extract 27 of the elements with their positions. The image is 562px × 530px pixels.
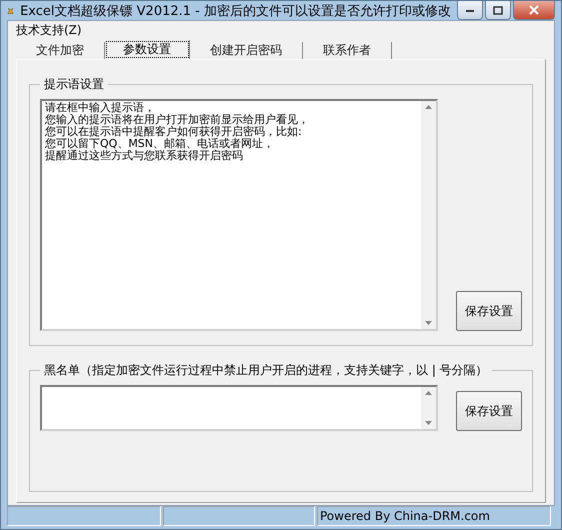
text-line: 您可以在提示语中提醒客户如何获得开启密码，比如: xyxy=(45,126,303,138)
close-icon xyxy=(529,5,539,15)
status-text: Powered By China-DRM.com xyxy=(317,506,551,526)
text-line: 您可以留下QQ、MSN、邮箱、电话或者网址， xyxy=(45,138,276,150)
scroll-down-icon[interactable] xyxy=(425,321,432,325)
minimize-icon xyxy=(465,7,475,13)
save-button[interactable]: 保存设置 xyxy=(456,291,522,331)
scrollbar[interactable] xyxy=(421,101,436,329)
scrollbar[interactable] xyxy=(421,387,436,429)
scroll-down-icon[interactable] xyxy=(425,421,432,425)
menu-item[interactable]: 技术支持(Z) xyxy=(12,22,86,38)
maximize-icon xyxy=(493,6,503,14)
scroll-up-icon[interactable] xyxy=(425,391,432,395)
save-button[interactable]: 保存设置 xyxy=(456,391,522,431)
tab[interactable]: 参数设置 xyxy=(105,40,190,59)
group-title: 黑名单（指定加密文件运行过程中禁止用户开启的进程，支持关键字，以 | 号分隔） xyxy=(43,362,489,379)
group-title: 提示语设置 xyxy=(43,76,105,93)
window-title: Excel文档超级保镖 V2012.1 - 加密后的文件可以设置是否允许打印或修改 xyxy=(20,2,451,20)
text-line: 提醒通过这些方式与您联系获得开启密码 xyxy=(45,150,244,162)
prompt-textarea[interactable]: 请在框中输入提示语， 您输入的提示语将在用户打开加密前显示给用户看见， 您可以在提示语中提醒客户如何获得开启密码，比如: 您可以留下QQ、MSN、邮箱、电话或者网址， 提醒通过这些方式与您联系获得开启密码 xyxy=(40,99,438,331)
text-line: 请在框中输入提示语， xyxy=(45,102,156,114)
blacklist-textarea[interactable] xyxy=(40,385,438,431)
text-line: 您输入的提示语将在用户打开加密前显示给用户看见， xyxy=(45,114,310,126)
maximize-button[interactable] xyxy=(485,1,511,20)
close-button[interactable] xyxy=(513,1,555,20)
scroll-up-icon[interactable] xyxy=(425,105,432,109)
minimize-button[interactable] xyxy=(457,1,483,20)
